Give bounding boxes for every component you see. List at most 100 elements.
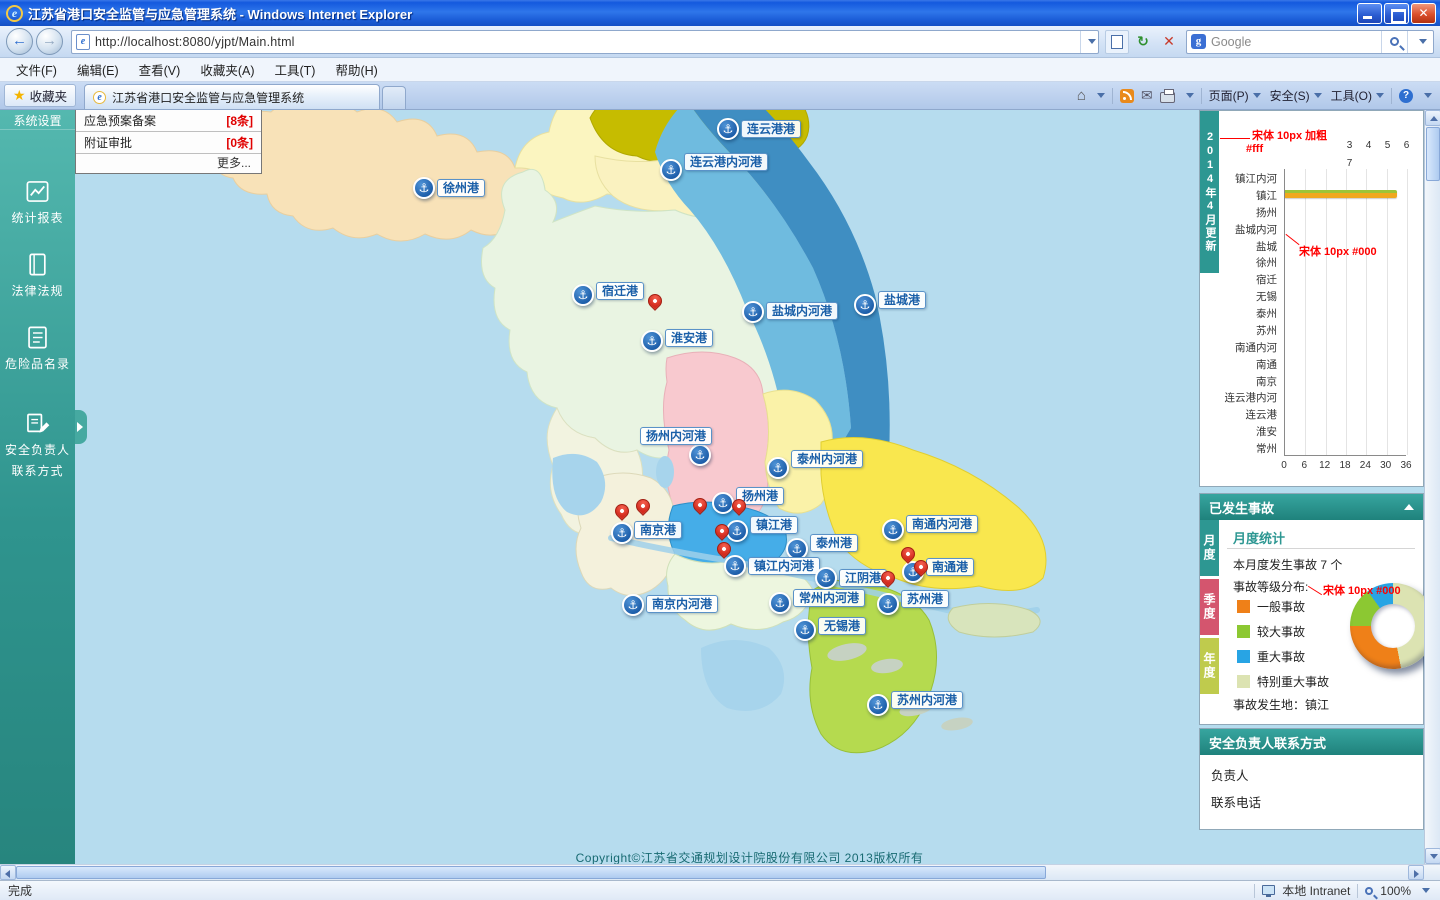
toolbar-button[interactable]: 安全(S)	[1270, 87, 1322, 104]
search-input[interactable]: Google	[1211, 35, 1381, 49]
maximize-button[interactable]	[1384, 2, 1409, 24]
horizontal-scroll-thumb[interactable]	[16, 866, 1047, 879]
accident-pin-icon[interactable]	[714, 539, 734, 561]
port-label[interactable]: 连云港港	[741, 120, 802, 138]
collapse-icon[interactable]	[1404, 504, 1414, 510]
menu-item[interactable]: 文件(F)	[6, 57, 67, 82]
new-tab-button[interactable]	[382, 86, 407, 109]
accident-tab-1[interactable]: 月度	[1200, 520, 1219, 576]
zoom-level[interactable]: 100%	[1380, 884, 1411, 898]
vertical-scrollbar[interactable]	[1424, 110, 1440, 864]
port-anchor-icon[interactable]	[689, 444, 711, 466]
sidebar-item[interactable]: 危险品名录	[0, 320, 75, 376]
stop-button[interactable]	[1157, 30, 1181, 54]
port-anchor-icon[interactable]	[572, 284, 594, 306]
accident-pin-icon[interactable]	[612, 501, 632, 523]
favorites-button[interactable]: 收藏夹	[4, 84, 77, 107]
accident-pin-icon[interactable]	[633, 496, 653, 518]
port-label[interactable]: 连云港内河港	[684, 153, 769, 171]
port-label[interactable]: 南通港	[926, 558, 975, 576]
port-anchor-icon[interactable]	[742, 301, 764, 323]
accident-pin-icon[interactable]	[645, 291, 665, 313]
menu-item[interactable]: 帮助(H)	[325, 57, 387, 82]
port-anchor-icon[interactable]	[877, 593, 899, 615]
toolbar-button[interactable]: 工具(O)	[1331, 87, 1384, 104]
accident-pin-icon[interactable]	[690, 495, 710, 517]
port-anchor-icon[interactable]	[882, 519, 904, 541]
port-anchor-icon[interactable]	[769, 592, 791, 614]
port-label[interactable]: 盐城内河港	[766, 302, 839, 320]
port-label[interactable]: 苏州港	[901, 590, 950, 608]
accident-tab-3[interactable]: 年度	[1200, 638, 1219, 694]
url-box[interactable]: http://localhost:8080/yjpt/Main.html	[71, 29, 1099, 54]
port-label[interactable]: 苏州内河港	[891, 691, 964, 709]
zoom-icon[interactable]	[1365, 886, 1374, 895]
port-anchor-icon[interactable]	[712, 492, 734, 514]
home-icon[interactable]	[1077, 87, 1086, 104]
print-icon[interactable]	[1159, 88, 1175, 103]
port-label[interactable]: 镇江内河港	[748, 557, 821, 575]
port-label[interactable]: 宿迁港	[596, 282, 645, 300]
horizontal-scrollbar[interactable]	[0, 864, 1440, 880]
vertical-scroll-thumb[interactable]	[1426, 127, 1440, 181]
menu-item[interactable]: 收藏夹(A)	[190, 57, 264, 82]
port-label[interactable]: 扬州内河港	[640, 427, 713, 445]
port-anchor-icon[interactable]	[413, 177, 435, 199]
accident-pin-icon[interactable]	[712, 521, 732, 543]
menu-item[interactable]: 查看(V)	[129, 57, 191, 82]
mail-icon[interactable]	[1141, 87, 1153, 104]
search-box[interactable]: Google	[1186, 29, 1434, 54]
refresh-button[interactable]	[1131, 30, 1155, 54]
help-icon[interactable]	[1399, 88, 1413, 103]
menu-item[interactable]: 工具(T)	[264, 57, 325, 82]
port-label[interactable]: 南京港	[634, 521, 683, 539]
port-label[interactable]: 徐州港	[437, 179, 486, 197]
port-label[interactable]: 盐城港	[878, 291, 927, 309]
menu-item[interactable]: 编辑(E)	[67, 57, 129, 82]
port-anchor-icon[interactable]	[854, 294, 876, 316]
accident-pin-icon[interactable]	[911, 557, 931, 579]
sidebar-item-safety-contact[interactable]: 安全负责人 联系方式	[0, 406, 75, 483]
port-anchor-icon[interactable]	[641, 330, 663, 352]
sidebar-expand-arrow[interactable]	[75, 410, 87, 444]
accident-pin-icon[interactable]	[878, 568, 898, 590]
rss-icon[interactable]	[1119, 88, 1134, 103]
minimize-button[interactable]	[1357, 2, 1382, 24]
forward-button[interactable]	[36, 28, 63, 55]
notice-row[interactable]: 应急预案备案 [8条]	[76, 110, 261, 132]
port-anchor-icon[interactable]	[794, 619, 816, 641]
url-dropdown-button[interactable]	[1080, 30, 1098, 53]
port-label[interactable]: 无锡港	[818, 617, 867, 635]
port-anchor-icon[interactable]	[767, 457, 789, 479]
scroll-right-button[interactable]	[1408, 865, 1424, 880]
url-text[interactable]: http://localhost:8080/yjpt/Main.html	[95, 35, 1080, 49]
sidebar-item[interactable]: 统计报表	[0, 174, 75, 230]
port-label[interactable]: 淮安港	[665, 329, 714, 347]
zoom-dropdown-caret[interactable]	[1422, 888, 1430, 893]
notice-more-link[interactable]: 更多...	[76, 154, 261, 173]
port-label[interactable]: 南京内河港	[646, 595, 719, 613]
sidebar-item[interactable]: 法律法规	[0, 247, 75, 303]
port-anchor-icon[interactable]	[660, 159, 682, 181]
toolbar-button[interactable]: 页面(P)	[1209, 87, 1261, 104]
tab-main[interactable]: 江苏省港口安全监管与应急管理系统	[84, 84, 381, 109]
port-anchor-icon[interactable]	[622, 594, 644, 616]
port-anchor-icon[interactable]	[815, 567, 837, 589]
port-anchor-icon[interactable]	[611, 522, 633, 544]
contact-panel-header[interactable]: 安全负责人联系方式	[1200, 729, 1423, 755]
scroll-up-button[interactable]	[1425, 110, 1440, 126]
port-anchor-icon[interactable]	[717, 118, 739, 140]
sidebar-item-system-settings[interactable]: 系统设置	[0, 110, 75, 130]
notice-row[interactable]: 附证审批 [0条]	[76, 132, 261, 154]
scroll-down-button[interactable]	[1425, 848, 1440, 864]
back-button[interactable]	[6, 28, 33, 55]
scroll-left-button[interactable]	[0, 865, 16, 880]
port-label[interactable]: 泰州港	[810, 534, 859, 552]
accident-tab-2[interactable]: 季度	[1200, 579, 1219, 635]
accident-pin-icon[interactable]	[729, 496, 749, 518]
search-dropdown-button[interactable]	[1407, 30, 1433, 53]
port-anchor-icon[interactable]	[867, 694, 889, 716]
port-label[interactable]: 常州内河港	[793, 589, 866, 607]
accident-panel-header[interactable]: 已发生事故	[1200, 494, 1423, 520]
search-button[interactable]	[1381, 30, 1407, 53]
